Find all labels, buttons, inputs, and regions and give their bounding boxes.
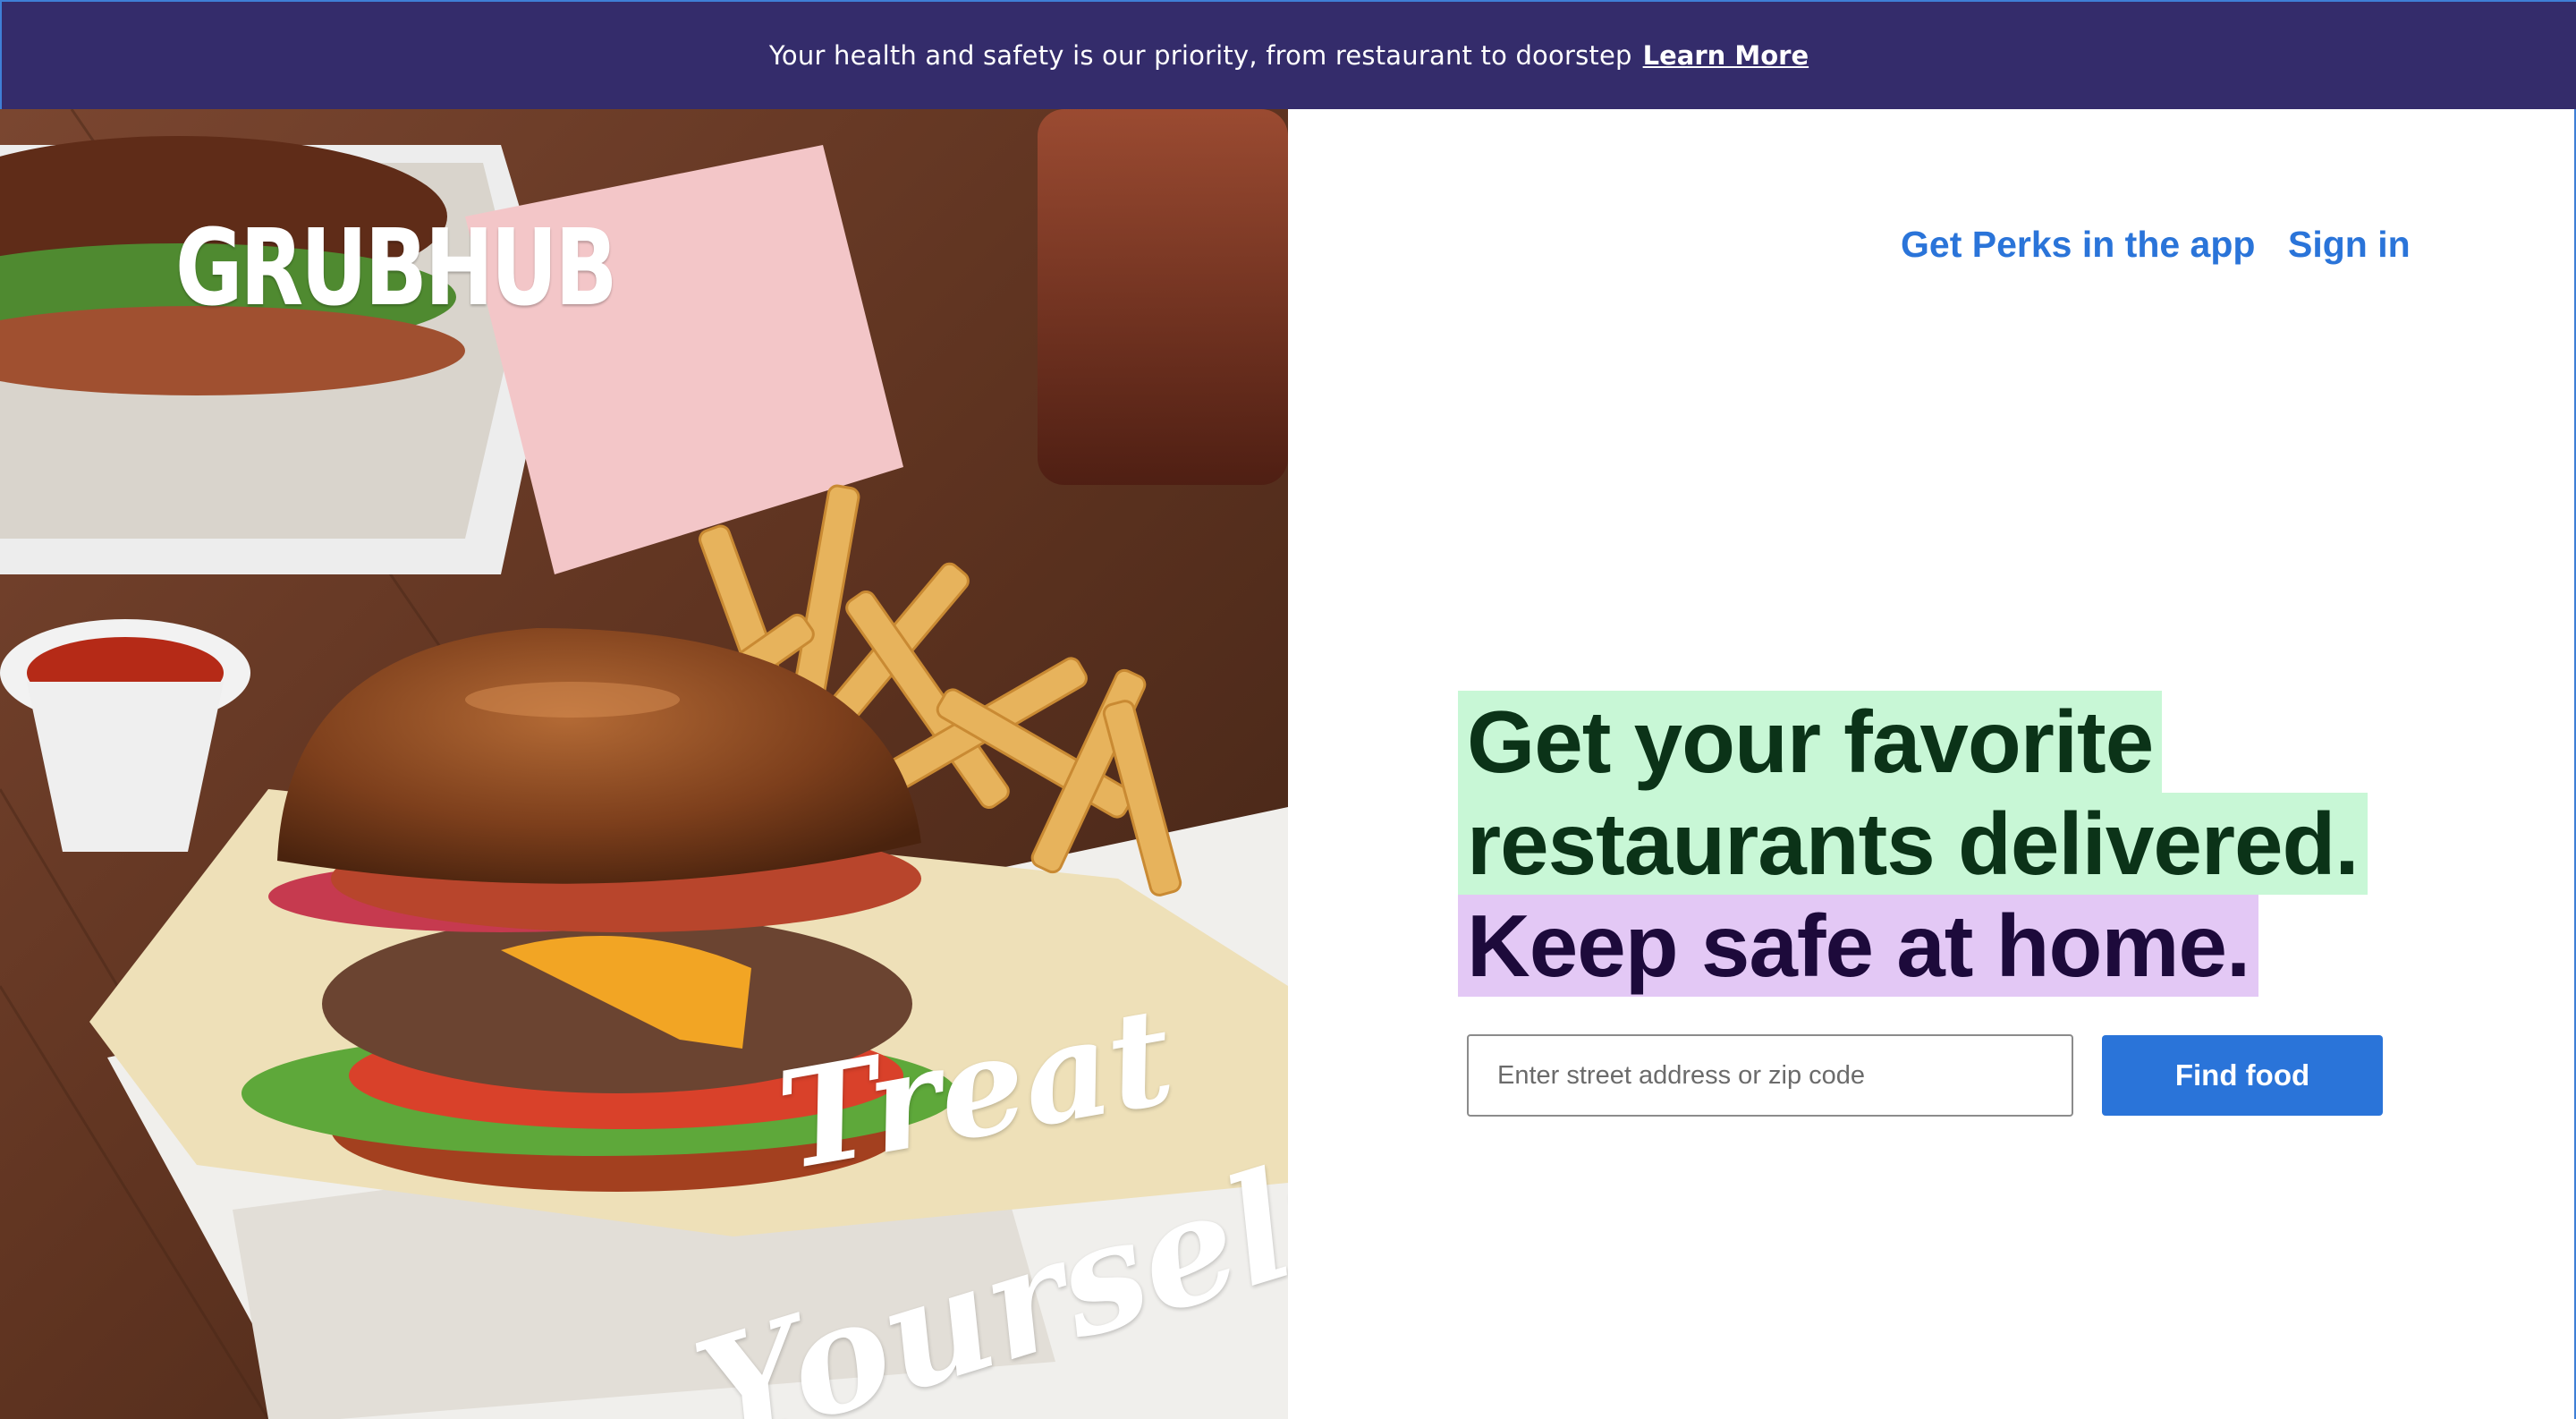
headline-line-1: Get your favorite <box>1458 691 2163 793</box>
banner-message: Your health and safety is our priority, … <box>768 40 1632 71</box>
headline-line-3: Keep safe at home. <box>1458 895 2259 997</box>
health-safety-banner: Your health and safety is our priority, … <box>0 0 2576 109</box>
main-content: Get Perks in the app Sign in Get your fa… <box>1288 109 2576 1419</box>
grubhub-logo[interactable]: GRUBHUB <box>175 215 618 320</box>
learn-more-link[interactable]: Learn More <box>1643 40 1809 71</box>
get-perks-link[interactable]: Get Perks in the app <box>1901 224 2255 266</box>
hero-headline: Get your favorite restaurants delivered.… <box>1458 691 2368 997</box>
sign-in-link[interactable]: Sign in <box>2288 224 2411 266</box>
find-food-button[interactable]: Find food <box>2102 1035 2383 1116</box>
address-input[interactable] <box>1467 1034 2073 1117</box>
hero-food-image: GRUBHUB Treat Yourself <box>0 109 1288 1419</box>
headline-line-2: restaurants delivered. <box>1458 793 2368 895</box>
address-search-form: Find food <box>1467 1034 2383 1117</box>
